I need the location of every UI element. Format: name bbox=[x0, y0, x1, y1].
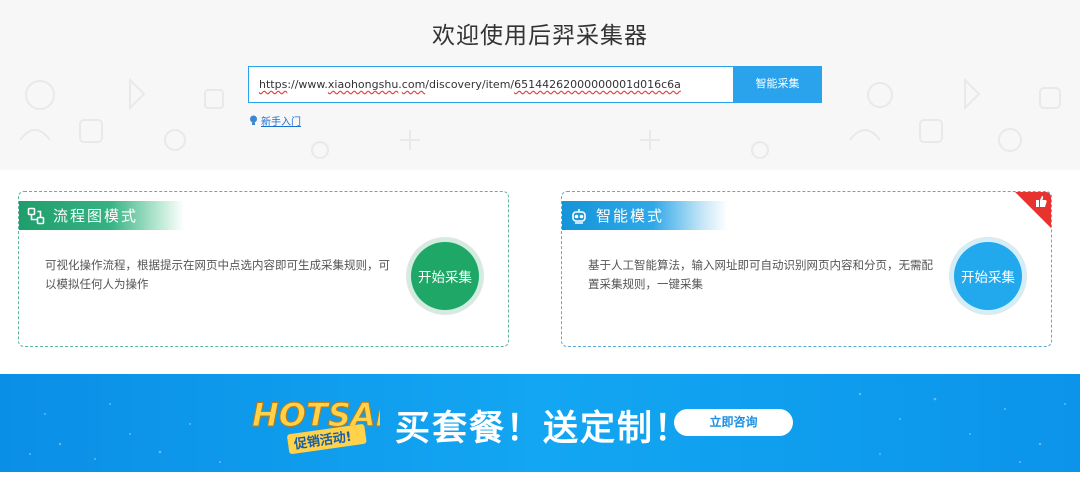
flowchart-mode-description: 可视化操作流程，根据提示在网页中点选内容即可生成采集规则，可以模拟任何人为操作 bbox=[45, 258, 390, 291]
url-input[interactable]: https://www.xiaohongshu.com/discovery/it… bbox=[248, 66, 734, 103]
url-part-domain: xiaohongshu bbox=[327, 78, 399, 91]
url-part-www: ://www. bbox=[287, 78, 328, 91]
url-part-id: 65144262000000001d016c6a bbox=[514, 78, 681, 91]
banner-headline: 买套餐！送定制！ bbox=[395, 409, 692, 449]
url-part-tld: com bbox=[401, 78, 426, 91]
flowchart-mode-header: 流程图模式 bbox=[19, 201, 184, 230]
newbie-guide-label: 新手入门 bbox=[261, 117, 301, 128]
url-part-scheme: https bbox=[259, 78, 288, 91]
url-part-path: /discovery/item/ bbox=[425, 78, 515, 91]
smart-mode-description: 基于人工智能算法，输入网址即可自动识别网页内容和分页，无需配置采集规则，一键采集 bbox=[588, 258, 933, 291]
robot-icon bbox=[572, 208, 586, 224]
lightbulb-icon bbox=[250, 115, 257, 125]
flowchart-icon bbox=[27, 207, 45, 224]
page-title: 欢迎使用后羿采集器 bbox=[432, 23, 648, 49]
hero-section: 欢迎使用后羿采集器 https://www.xiaohongshu.com/di… bbox=[0, 0, 1080, 170]
recommended-corner-badge bbox=[1015, 192, 1051, 228]
flowchart-mode-card: 流程图模式 可视化操作流程，根据提示在网页中点选内容即可生成采集规则，可以模拟任… bbox=[18, 191, 509, 347]
hotsale-logo: HOTSALE 促销活动! bbox=[252, 396, 380, 454]
newbie-guide-link[interactable]: 新手入门 bbox=[249, 113, 301, 128]
smart-collect-button[interactable]: 智能采集 bbox=[733, 66, 822, 103]
smart-mode-card: 智能模式 基于人工智能算法，输入网址即可自动识别网页内容和分页，无需配置采集规则… bbox=[561, 191, 1052, 347]
consult-now-button[interactable]: 立即咨询 bbox=[674, 409, 793, 436]
promo-banner[interactable]: HOTSALE 促销活动! 买套餐！送定制！ 立即咨询 bbox=[0, 374, 1080, 472]
flowchart-start-button[interactable]: 开始采集 bbox=[407, 238, 483, 314]
flowchart-mode-title: 流程图模式 bbox=[53, 207, 139, 225]
smart-start-button[interactable]: 开始采集 bbox=[950, 238, 1026, 314]
smart-mode-header: 智能模式 bbox=[562, 201, 727, 230]
smart-mode-title: 智能模式 bbox=[596, 207, 665, 225]
